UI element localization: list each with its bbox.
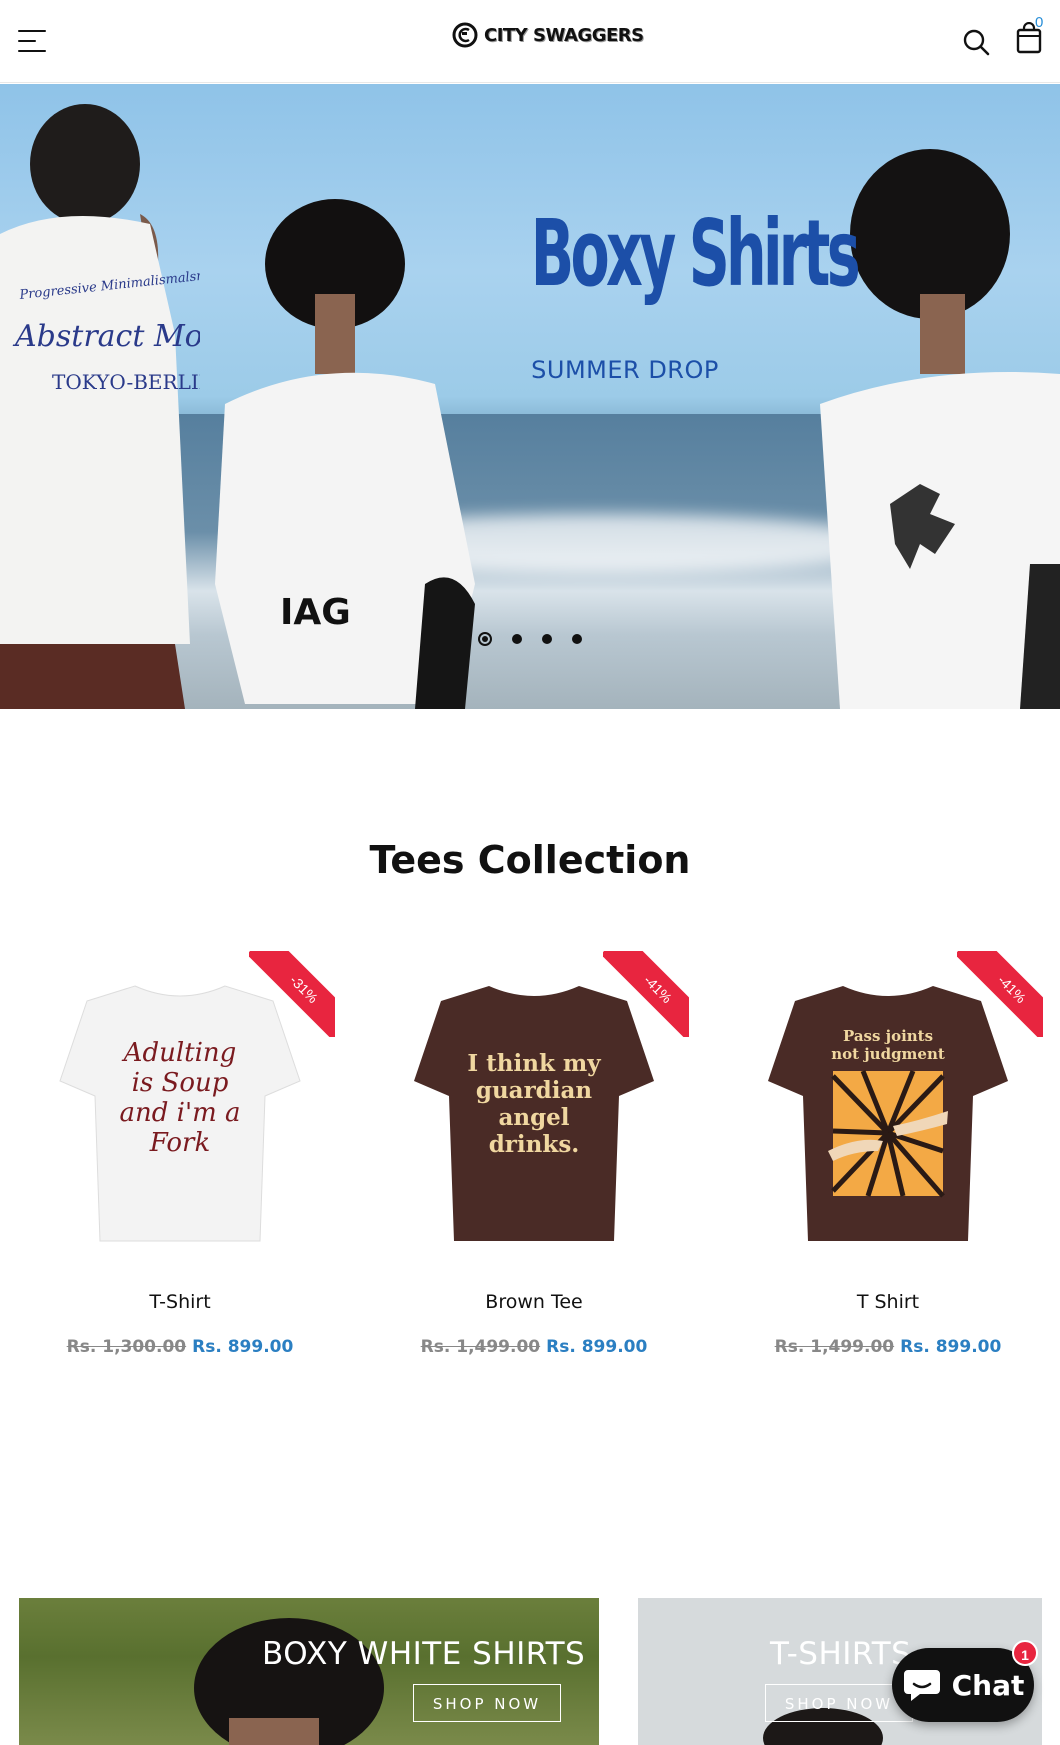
slider-dot-4[interactable]: [572, 634, 582, 644]
chat-bubble-icon: [903, 1670, 940, 1701]
product-price: Rs. 1,300.00 Rs. 899.00: [25, 1337, 335, 1357]
shirt-print-line-3: TOKYO-BERLIN: [52, 370, 200, 394]
product-name[interactable]: T Shirt: [733, 1291, 1043, 1313]
shirt-print-line: drinks.: [489, 1131, 580, 1158]
compare-price: Rs. 1,300.00: [66, 1337, 187, 1357]
logo-mark-icon: [452, 22, 478, 48]
site-header: CITY SWAGGERS 0: [0, 0, 1060, 83]
slider-dot-1[interactable]: [478, 632, 492, 646]
cart-count-badge: 0: [1035, 14, 1044, 31]
sale-price: Rs. 899.00: [546, 1337, 648, 1357]
slider-pagination: [478, 632, 582, 646]
compare-price: Rs. 1,499.00: [420, 1337, 541, 1357]
product-card[interactable]: Adulting is Soup and i'm a Fork -31% T-S…: [25, 951, 335, 1371]
site-logo[interactable]: CITY SWAGGERS: [452, 22, 644, 48]
product-card[interactable]: Pass joints not judgment -41% T Shirt Rs…: [733, 951, 1043, 1371]
discount-badge: -31%: [249, 951, 335, 1037]
hero-model-middle: IAG: [215, 199, 475, 709]
shop-now-button[interactable]: SHOP NOW: [765, 1684, 913, 1722]
hamburger-menu-icon[interactable]: [18, 28, 50, 54]
sale-price: Rs. 899.00: [192, 1337, 294, 1357]
shirt-print-line: and i'm a: [119, 1098, 240, 1128]
chat-notification-badge: 1: [1012, 1640, 1038, 1666]
hero-model-left: Progressive Minimalismalsm Abstract Mod …: [0, 104, 200, 709]
product-card[interactable]: I think my guardian angel drinks. -41% B…: [379, 951, 689, 1371]
shirt-print-line: I think my: [467, 1050, 601, 1077]
shirt-print-line: is Soup: [132, 1068, 229, 1098]
hero-slider[interactable]: Progressive Minimalismalsm Abstract Mod …: [0, 84, 1060, 709]
shirt-print-line: Fork: [149, 1128, 210, 1158]
shirt-print-line: not judgment: [831, 1045, 945, 1063]
banner-title: BOXY WHITE SHIRTS: [262, 1636, 586, 1672]
discount-badge: -41%: [957, 951, 1043, 1037]
discount-badge: -41%: [603, 951, 689, 1037]
shop-now-button[interactable]: SHOP NOW: [413, 1684, 561, 1722]
shirt-print-line-2: Abstract Mod: [12, 319, 200, 354]
logo-text: CITY SWAGGERS: [484, 24, 644, 46]
collection-banner-boxy-white-shirts[interactable]: BOXY WHITE SHIRTS SHOP NOW: [19, 1598, 599, 1745]
product-price: Rs. 1,499.00 Rs. 899.00: [379, 1337, 689, 1357]
product-name[interactable]: T-Shirt: [25, 1291, 335, 1313]
shirt-print-line: guardian: [476, 1077, 593, 1104]
search-icon[interactable]: [962, 28, 990, 56]
compare-price: Rs. 1,499.00: [774, 1337, 895, 1357]
sale-price: Rs. 899.00: [900, 1337, 1002, 1357]
hero-title: Boxy Shirts: [530, 200, 861, 307]
hero-subtitle: SUMMER DROP: [531, 356, 719, 384]
banner-title: T-SHIRTS: [770, 1636, 912, 1672]
chat-label: Chat: [951, 1668, 1025, 1702]
shirt-print-line: Adulting: [122, 1038, 237, 1068]
shirt-print-line: angel: [498, 1104, 569, 1131]
slider-dot-2[interactable]: [512, 634, 522, 644]
shirt-print-line: Pass joints: [843, 1027, 933, 1045]
product-name[interactable]: Brown Tee: [379, 1291, 689, 1313]
slider-dot-3[interactable]: [542, 634, 552, 644]
product-price: Rs. 1,499.00 Rs. 899.00: [733, 1337, 1043, 1357]
svg-text:IAG: IAG: [280, 592, 351, 633]
section-title: Tees Collection: [369, 838, 691, 882]
